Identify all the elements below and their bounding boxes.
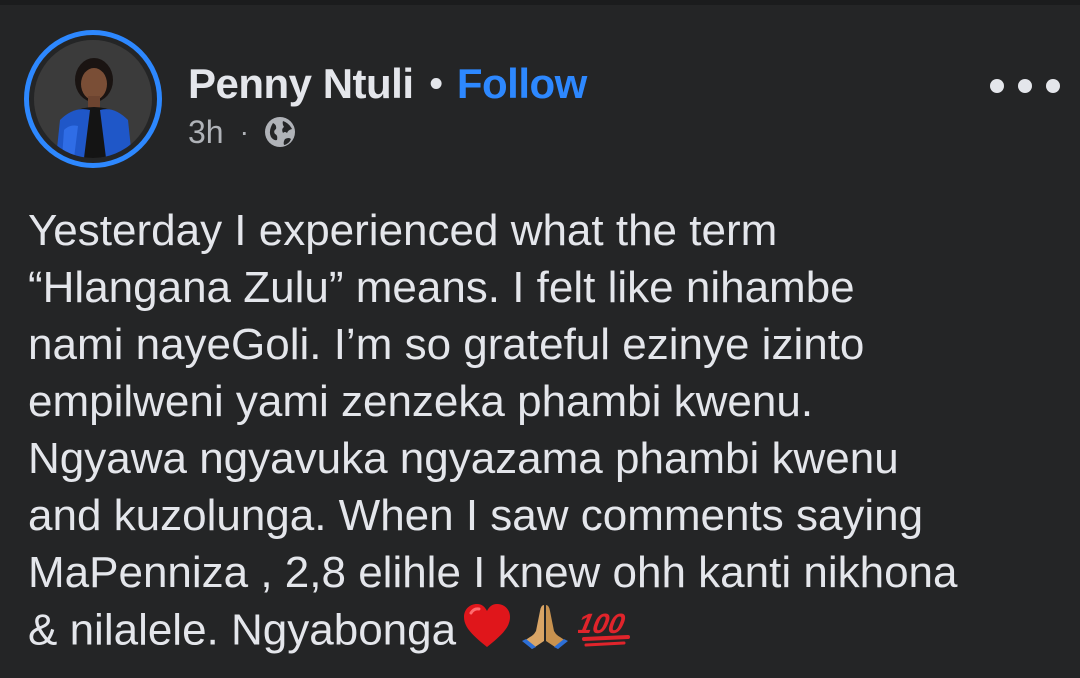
post-text-last-line: & nilalele. Ngyabonga 100: [28, 601, 1058, 665]
heart-emoji: [462, 603, 512, 663]
post-header: Penny Ntuli • Follow 3h ·: [0, 0, 1080, 180]
author-row: Penny Ntuli • Follow: [188, 58, 587, 110]
folded-hands-emoji: [518, 601, 572, 665]
post-text-line: Yesterday I experienced what the term: [28, 206, 778, 255]
post-text-line: “Hlangana Zulu” means. I felt like niham…: [28, 263, 855, 312]
author-name[interactable]: Penny Ntuli: [188, 60, 414, 108]
meta-separator: ·: [239, 116, 249, 147]
more-options-icon: [990, 79, 1004, 93]
post-time[interactable]: 3h: [188, 114, 224, 151]
follow-button[interactable]: Follow: [457, 60, 587, 108]
more-options-icon-dot: [1046, 79, 1060, 93]
post-text-line: empilweni yami zenzeka phambi kwenu.: [28, 377, 814, 426]
post-text-line: & nilalele. Ngyabonga: [28, 605, 457, 655]
svg-text:100: 100: [578, 607, 628, 639]
post-meta: 3h ·: [188, 112, 297, 152]
post-text-line: Ngyawa ngyavuka ngyazama phambi kwenu: [28, 434, 899, 483]
more-options-button[interactable]: [990, 66, 1060, 106]
post-text: Yesterday I experienced what the term “H…: [28, 202, 1058, 665]
avatar-image: [34, 40, 152, 158]
post-text-line: MaPenniza , 2,8 elihle I knew ohh kanti …: [28, 548, 958, 597]
post-text-line: nami nayeGoli. I’m so grateful ezinye iz…: [28, 320, 865, 369]
post-text-line: and kuzolunga. When I saw comments sayin…: [28, 491, 924, 540]
more-options-icon-dot: [1018, 79, 1032, 93]
globe-icon: [263, 115, 297, 149]
avatar[interactable]: [24, 30, 162, 168]
hundred-points-emoji: 100: [574, 603, 634, 663]
name-separator: •: [429, 62, 443, 105]
